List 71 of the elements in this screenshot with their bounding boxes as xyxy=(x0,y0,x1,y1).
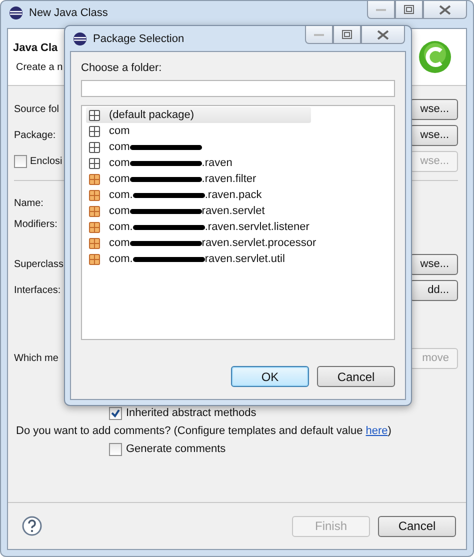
field-label: Superclass xyxy=(14,258,64,270)
minimize-icon xyxy=(376,8,386,12)
dialog-button[interactable]: Cancel xyxy=(317,366,395,387)
maximize-button[interactable] xyxy=(333,26,361,44)
eclipse-icon xyxy=(73,32,87,46)
package-item[interactable]: com raven.servlet.processor xyxy=(86,235,316,251)
package-item[interactable]: com raven.servlet xyxy=(86,203,265,219)
header-title: Java Cla xyxy=(13,42,59,54)
field-label: Interfaces: xyxy=(14,284,61,296)
package-name: com xyxy=(109,237,130,249)
checkbox[interactable] xyxy=(109,406,122,420)
package-item[interactable]: com. .raven.pack xyxy=(86,187,262,203)
field-label: Modifiers: xyxy=(14,219,58,230)
dialog-title: Package Selection xyxy=(93,32,184,44)
package-name: .raven.servlet.listener xyxy=(204,221,310,233)
package-name: .raven.pack xyxy=(204,189,262,201)
field-label: Package: xyxy=(14,130,56,140)
eclipse-icon xyxy=(9,6,23,20)
help-icon[interactable] xyxy=(22,516,42,536)
class-icon xyxy=(418,40,452,74)
package-name: com xyxy=(109,141,130,153)
package-name: com xyxy=(109,157,130,169)
option-label: Inherited abstract methods xyxy=(126,407,256,419)
window-title: New Java Class xyxy=(29,7,108,19)
package-item[interactable]: com .raven xyxy=(86,155,232,171)
dialog-button[interactable]: OK xyxy=(231,366,309,387)
package-item[interactable]: com .raven.filter xyxy=(86,171,256,187)
package-name: raven.servlet.util xyxy=(204,253,285,265)
comments-question: Do you want to add comments? (Configure templates and default value here) xyxy=(15,424,392,439)
dialog-button[interactable]: Cancel xyxy=(378,516,456,536)
close-icon xyxy=(377,30,389,40)
package-name: raven.servlet.processor xyxy=(202,237,316,249)
package-name: com. xyxy=(109,253,133,265)
maximize-button[interactable] xyxy=(395,1,423,19)
restore-icon xyxy=(404,5,414,14)
package-name: com xyxy=(109,125,130,137)
here-link[interactable]: here xyxy=(366,425,388,437)
package-name: com. xyxy=(109,189,133,201)
package-item[interactable]: com xyxy=(86,139,202,155)
close-icon xyxy=(439,4,451,14)
minimize-button[interactable] xyxy=(367,1,395,19)
browse-button[interactable]: dd... xyxy=(410,280,458,300)
package-name: raven.servlet xyxy=(202,205,265,217)
field-label: Which me xyxy=(14,352,58,364)
browse-button[interactable]: wse... xyxy=(410,124,458,146)
field-label: Enclosi xyxy=(30,156,62,166)
package-name: (default package) xyxy=(109,109,194,121)
option-label: Generate comments xyxy=(126,443,226,455)
minimize-icon xyxy=(314,32,324,36)
close-button[interactable] xyxy=(361,26,405,44)
package-name: com xyxy=(109,173,130,185)
restore-icon xyxy=(342,30,352,39)
filter-field[interactable] xyxy=(81,80,395,97)
package-name: .raven.filter xyxy=(202,173,256,185)
package-item[interactable]: com. .raven.servlet.listener xyxy=(86,219,310,235)
header-description: Create a n xyxy=(15,62,63,72)
field-label: Name: xyxy=(14,198,44,209)
checkbox[interactable] xyxy=(14,154,27,168)
package-item[interactable]: com. raven.servlet.util xyxy=(86,251,285,267)
field-label: Source fol xyxy=(14,104,60,114)
minimize-button[interactable] xyxy=(305,26,333,44)
folder-prompt: Choose a folder: xyxy=(81,62,163,74)
package-name: .raven xyxy=(202,157,232,169)
package-name: com xyxy=(109,205,130,217)
browse-button[interactable]: wse... xyxy=(410,254,458,274)
package-item[interactable]: com xyxy=(86,123,130,139)
package-item[interactable]: (default package) xyxy=(86,107,311,123)
checkbox[interactable] xyxy=(109,442,122,456)
package-name: com. xyxy=(109,221,133,233)
browse-button[interactable]: wse... xyxy=(410,98,458,120)
close-button[interactable] xyxy=(423,1,467,19)
